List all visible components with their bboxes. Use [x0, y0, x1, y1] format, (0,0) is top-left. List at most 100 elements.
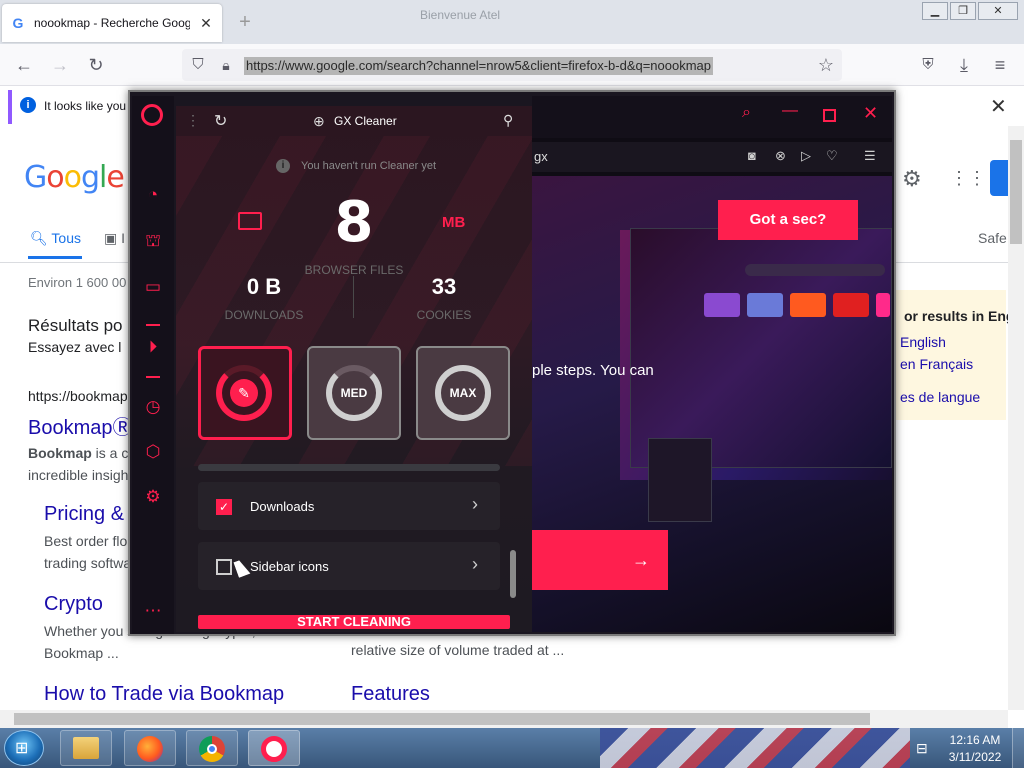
panel-drag-handle-icon[interactable]: ⋮: [186, 112, 200, 129]
active-tab-underline: [28, 256, 82, 259]
window-minimize-button[interactable]: ▁: [922, 2, 948, 20]
downloads-checkbox[interactable]: ✓: [216, 499, 232, 515]
gx-titlebar: [532, 96, 892, 138]
window-close-button[interactable]: ✕: [978, 2, 1018, 20]
speed-dial-tile: [747, 293, 783, 317]
adblock-icon[interactable]: ⊗: [775, 148, 786, 164]
browser-files-size: 8: [334, 190, 374, 255]
gx-maximize-icon[interactable]: [823, 109, 836, 122]
snippet-bold: Bookmap: [28, 445, 92, 461]
horizontal-scroll-thumb[interactable]: [14, 713, 870, 725]
menu-hamburger-icon[interactable]: ≡: [986, 52, 1014, 78]
sitelink-crypto[interactable]: Crypto: [44, 593, 103, 616]
option-label: Sidebar icons: [250, 559, 329, 574]
cleaner-option-downloads[interactable]: [198, 482, 500, 530]
hero-headline: ple steps. You can: [532, 362, 654, 379]
taskbar-wallpaper-art: [600, 728, 910, 768]
shield-icon[interactable]: ⛉: [184, 52, 212, 78]
browser-tab-active[interactable]: G noookmap - Recherche Google ✕: [2, 4, 222, 42]
pocket-icon[interactable]: ⛨: [914, 52, 942, 78]
search-icon: 🔍︎: [30, 230, 48, 246]
results-for-heading: Résultats po: [28, 316, 123, 335]
sitelink-snippet: Best order flo trading softwa: [44, 533, 132, 571]
speed-dial-tile: [833, 293, 869, 317]
bookmark-star-icon[interactable]: ☆: [812, 52, 840, 78]
sitelink-how-to-trade[interactable]: How to Trade via Bookmap: [44, 683, 284, 706]
file-explorer-icon: [73, 737, 99, 759]
google-logo[interactable]: Google: [24, 160, 125, 195]
clock-time[interactable]: 12:16 AM: [944, 733, 1006, 747]
mode-max-label: MAX: [449, 386, 477, 400]
speed-dial-tile: [790, 293, 826, 317]
gx-control-speedometer-icon[interactable]: ◔: [142, 184, 164, 206]
window-restore-button[interactable]: ❐: [950, 2, 976, 20]
gx-sidebar: [132, 96, 174, 634]
language-link-french[interactable]: en Français: [900, 356, 973, 372]
search-icon[interactable]: ⌕: [742, 104, 751, 122]
sitelink-features[interactable]: Features: [351, 683, 430, 706]
language-panel-heading: or results in Engli: [904, 308, 1023, 324]
forward-arrow-icon[interactable]: →: [46, 52, 74, 78]
result-cite[interactable]: https://bookmap: [28, 388, 128, 404]
settings-gear-icon[interactable]: ⚙: [142, 486, 164, 508]
gx-minimize-icon[interactable]: —: [782, 102, 798, 120]
panel-title: GX Cleaner: [334, 114, 397, 128]
chevron-right-icon[interactable]: ›: [472, 494, 478, 515]
reload-icon[interactable]: ↻: [82, 52, 110, 78]
easy-setup-icon[interactable]: ☰: [864, 148, 876, 164]
gx-corner-icon[interactable]: ⛫: [142, 230, 164, 252]
try-with-text[interactable]: Essayez avec l: [28, 339, 121, 355]
hero-next-button[interactable]: →: [532, 530, 668, 590]
show-desktop-button[interactable]: [1012, 728, 1024, 768]
language-settings-link[interactable]: es de langue: [900, 389, 980, 405]
language-link-english[interactable]: English: [900, 334, 946, 350]
apps-grid-icon[interactable]: ⋮⋮: [950, 168, 986, 188]
logo-letter: g: [80, 160, 100, 195]
back-arrow-icon[interactable]: ←: [10, 52, 38, 78]
result-count: Environ 1 600 00: [28, 275, 127, 290]
send-arrow-icon[interactable]: ▷: [801, 148, 811, 164]
refresh-icon[interactable]: ↻: [214, 111, 227, 131]
logo-letter: e: [106, 160, 124, 195]
info-icon: i: [276, 159, 290, 173]
player-icon[interactable]: ⏵: [142, 336, 164, 358]
result-title-link[interactable]: BookmapⓇ: [28, 411, 133, 440]
sidebar-icons-checkbox[interactable]: [216, 559, 232, 575]
tab-close-icon[interactable]: ✕: [198, 15, 214, 32]
tab-all-label: Tous: [51, 230, 81, 246]
downloads-icon[interactable]: ⤓: [950, 52, 978, 78]
panel-scrollbar[interactable]: [510, 550, 516, 598]
opera-logo-icon[interactable]: [141, 104, 163, 126]
safesearch-link[interactable]: Safe: [978, 230, 1007, 246]
settings-gear-icon[interactable]: ⚙: [902, 166, 922, 192]
chevron-right-icon[interactable]: ›: [472, 554, 478, 575]
heart-icon[interactable]: ♡: [826, 148, 838, 164]
history-clock-icon[interactable]: ◷: [142, 396, 164, 418]
snapshot-camera-icon[interactable]: ◙: [748, 148, 756, 163]
result-snippet: Bookmap is a c incredible insigh: [28, 442, 138, 486]
twitch-icon[interactable]: ▭: [142, 276, 164, 298]
chrome-icon-center: [207, 744, 217, 754]
new-tab-icon[interactable]: +: [232, 10, 258, 36]
more-dots-icon[interactable]: ⋯: [142, 600, 164, 622]
image-icon: ▣: [104, 230, 118, 246]
extensions-cube-icon[interactable]: ⬡: [142, 441, 164, 463]
pin-icon[interactable]: ⚲: [503, 112, 513, 129]
tab-images[interactable]: ▣ I: [104, 230, 125, 247]
gx-close-icon[interactable]: ✕: [863, 103, 878, 124]
downloads-label: DOWNLOADS: [224, 308, 304, 322]
notification-close-icon[interactable]: ✕: [990, 94, 1007, 119]
vertical-scroll-thumb[interactable]: [1010, 140, 1022, 244]
gx-address-text[interactable]: gx: [534, 149, 548, 164]
sitelink-pricing[interactable]: Pricing &: [44, 503, 124, 526]
start-cleaning-button[interactable]: START CLEANING: [198, 615, 510, 629]
lock-icon[interactable]: 🔒︎: [212, 52, 240, 78]
speed-dial-tile: [704, 293, 740, 317]
clock-date[interactable]: 3/11/2022: [944, 750, 1006, 764]
tab-all[interactable]: 🔍︎ Tous: [30, 230, 81, 247]
cleaner-status: You haven't run Cleaner yet: [301, 160, 437, 172]
gx-address-bar[interactable]: [532, 142, 892, 172]
got-a-sec-button[interactable]: Got a sec?: [718, 200, 858, 240]
network-icon[interactable]: ⊟: [916, 740, 928, 757]
url-text[interactable]: https://www.google.com/search?channel=nr…: [244, 57, 714, 75]
